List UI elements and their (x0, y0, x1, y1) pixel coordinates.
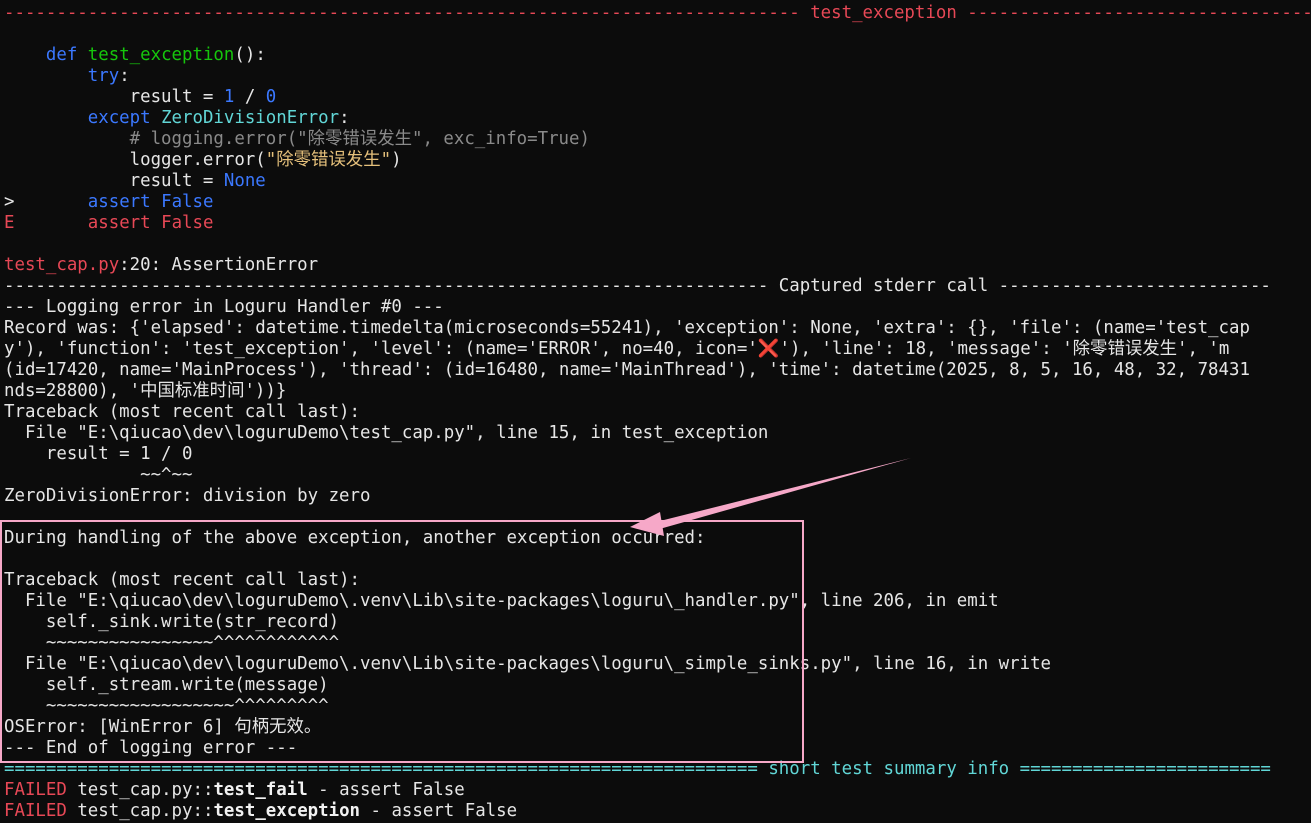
stderr-line: Record was: {'elapsed': datetime.timedel… (4, 318, 1250, 338)
code-line-error: E assert False (4, 213, 214, 233)
current-line-marker: > (4, 192, 15, 212)
stderr-line: OSError: [WinError 6] 句柄无效。 (4, 717, 322, 737)
stderr-line: result = 1 / 0 (4, 444, 193, 464)
stderr-line: self._stream.write(message) (4, 675, 329, 695)
code-line: try: (87, 66, 130, 86)
summary-row: FAILED test_cap.py::test_exception - ass… (4, 801, 518, 821)
stderr-line: ZeroDivisionError: division by zero (4, 486, 371, 506)
stderr-line: (id=17420, name='MainProcess'), 'thread'… (4, 360, 1250, 380)
stderr-line: ~~~~~~~~~~~~~~~~^^^^^^^^^^^^ (4, 633, 340, 653)
code-comment-line: # logging.error("除零错误发生", exc_info=True) (129, 129, 590, 149)
stderr-line: --- Logging error in Loguru Handler #0 -… (4, 297, 444, 317)
stderr-banner: ----------------------------------------… (4, 276, 1271, 296)
error-location: test_cap.py:20: AssertionError (4, 255, 319, 275)
stderr-line: ~~^~~ (4, 465, 193, 485)
terminal-window[interactable]: ----------------------------------------… (0, 0, 1311, 823)
stderr-line (0, 507, 1311, 528)
code-line: result = 1 / 0 (129, 87, 277, 107)
stderr-line: --- End of logging error --- (4, 738, 298, 758)
error-cross-icon: ❌ (757, 339, 780, 359)
summary-banner: ========================================… (4, 759, 1271, 779)
stderr-line: ~~~~~~~~~~~~~~~~~~^^^^^^^^^ (4, 696, 329, 716)
summary-row: FAILED test_cap.py::test_fail - assert F… (4, 780, 465, 800)
stderr-line: File "E:\qiucao\dev\loguruDemo\.venv\Lib… (4, 591, 999, 611)
section-banner: ----------------------------------------… (4, 3, 1311, 23)
stderr-banner-title: Captured stderr call (778, 276, 989, 296)
stderr-line: y'), 'function': 'test_exception', 'leve… (4, 339, 1230, 359)
code-line: result = None (129, 171, 266, 191)
code-line: except ZeroDivisionError: (87, 108, 350, 128)
code-line: logger.error("除零错误发生") (129, 150, 402, 170)
stderr-line: During handling of the above exception, … (4, 528, 706, 548)
stderr-line (0, 549, 1311, 570)
stderr-line: Traceback (most recent call last): (4, 570, 360, 590)
error-location-file: test_cap.py (4, 255, 120, 275)
stderr-line: File "E:\qiucao\dev\loguruDemo\.venv\Lib… (4, 654, 1052, 674)
stderr-line: self._sink.write(str_record) (4, 612, 340, 632)
failed-status: FAILED (4, 801, 67, 821)
section-title: test_exception (810, 3, 957, 23)
summary-banner-title: short test summary info (768, 759, 1010, 779)
failed-status: FAILED (4, 780, 67, 800)
stderr-line: Traceback (most recent call last): (4, 402, 360, 422)
code-line: def test_exception(): (45, 45, 266, 65)
stderr-line: nds=28800), '中国标准时间'))} (4, 381, 287, 401)
code-line-current: > assert False (4, 192, 214, 212)
error-line-marker: E (4, 213, 15, 233)
stderr-line: File "E:\qiucao\dev\loguruDemo\test_cap.… (4, 423, 769, 443)
